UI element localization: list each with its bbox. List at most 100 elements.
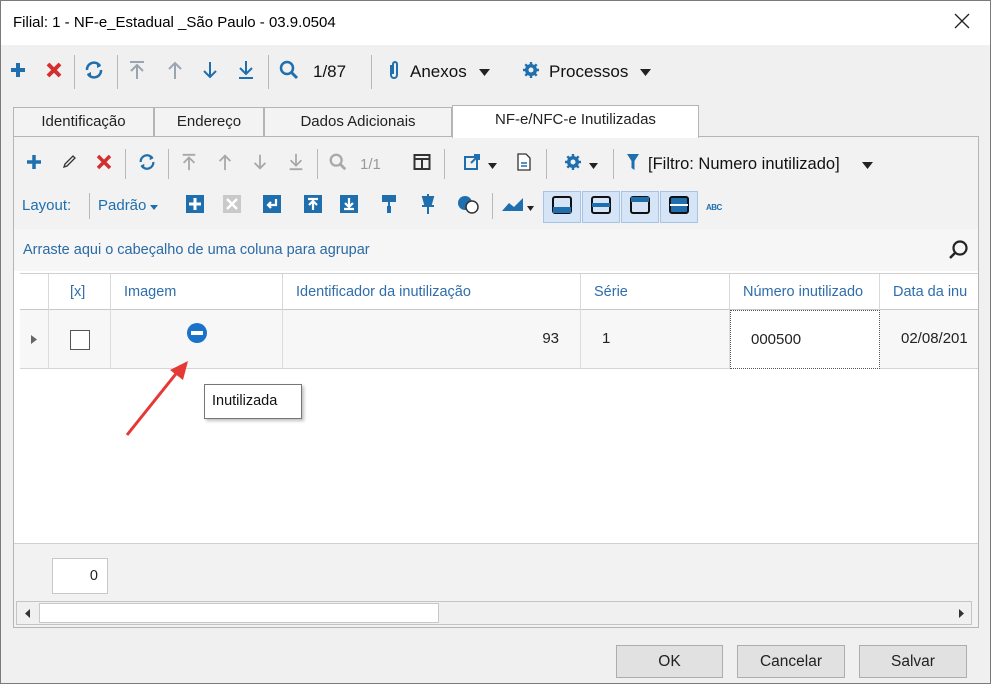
down-icon <box>200 59 220 85</box>
identificador-cell[interactable]: 93 <box>283 310 581 369</box>
annotation-arrow <box>125 361 188 436</box>
grid-refresh-button[interactable] <box>136 153 158 175</box>
delete-icon <box>44 60 64 84</box>
grid-toolbar: 1/1 [Filtro: Numero inutilizado] Layout:… <box>14 137 978 229</box>
dropdown-arrow-icon <box>527 198 534 215</box>
scroll-left-icon[interactable] <box>17 602 37 624</box>
anexos-label: Anexos <box>410 62 467 81</box>
bottom-panel-toggle[interactable] <box>543 191 581 223</box>
pin-button[interactable] <box>417 194 439 217</box>
numero-cell[interactable]: 000500 <box>730 310 880 369</box>
column-header-identificador[interactable]: Identificador da inutilização <box>283 274 581 310</box>
filter-icon <box>626 152 640 176</box>
document-icon <box>517 153 531 175</box>
grid-edit-button[interactable] <box>58 153 80 175</box>
dropdown-arrow-icon <box>640 64 652 81</box>
column-header-imagem[interactable]: Imagem <box>111 274 283 310</box>
grid-last-button[interactable] <box>285 153 307 175</box>
grid-first-button[interactable] <box>178 153 200 175</box>
scroll-right-icon[interactable] <box>951 602 971 624</box>
column-header-numero[interactable]: Número inutilizado <box>730 274 880 310</box>
horizontal-scrollbar[interactable] <box>16 601 972 625</box>
main-toolbar: 1/87 Anexos Processos <box>1 49 990 95</box>
record-count: 0 <box>52 558 108 594</box>
cancel-button[interactable]: Cancelar <box>737 645 845 678</box>
tab-endereco[interactable]: Endereço <box>154 107 264 137</box>
serie-cell[interactable]: 1 <box>581 310 730 369</box>
chart-menu[interactable] <box>498 195 538 217</box>
first-icon <box>180 152 198 176</box>
panel-full-icon <box>668 195 690 219</box>
top-panel-toggle[interactable] <box>621 191 659 223</box>
filter-menu[interactable]: [Filtro: Numero inutilizado] <box>626 152 873 176</box>
grid-previous-button[interactable] <box>214 153 236 175</box>
toolbar-separator <box>268 55 269 89</box>
column-header-serie[interactable]: Série <box>581 274 730 310</box>
tab-identificacao[interactable]: Identificação <box>13 107 154 137</box>
window-title: Filial: 1 - NF-e_Estadual _São Paulo - 0… <box>13 14 336 31</box>
layout-bar: Layout: Padrão <box>14 189 978 223</box>
toolbar-separator <box>89 193 90 219</box>
layout-select[interactable]: Padrão <box>98 197 159 214</box>
group-by-area[interactable]: Arraste aqui o cabeçalho de uma coluna p… <box>14 229 978 271</box>
shapes-button[interactable] <box>456 195 480 217</box>
enter-box-icon <box>262 194 282 218</box>
row-select-cell <box>49 310 111 369</box>
processos-label: Processos <box>549 62 629 81</box>
plus-icon <box>25 153 43 175</box>
delete-icon <box>95 153 113 175</box>
add-layout-button[interactable] <box>184 195 206 217</box>
download-layout-button[interactable] <box>338 195 360 217</box>
paperclip-icon <box>387 59 401 85</box>
dropdown-arrow-icon <box>488 156 497 173</box>
refresh-button[interactable] <box>83 59 105 85</box>
grid-search-button[interactable] <box>327 153 349 175</box>
layout-label: Layout: <box>22 197 72 214</box>
save-layout-button[interactable] <box>261 195 283 217</box>
toolbar-separator <box>492 193 493 219</box>
first-record-button[interactable] <box>127 59 147 85</box>
search-icon[interactable] <box>948 239 970 265</box>
column-header-data[interactable]: Data da inu <box>880 274 978 310</box>
last-record-button[interactable] <box>236 59 256 85</box>
tab-nfe-inutilizadas[interactable]: NF-e/NFC-e Inutilizadas <box>452 105 699 138</box>
dialog-window: Filial: 1 - NF-e_Estadual _São Paulo - 0… <box>0 0 991 684</box>
close-icon[interactable] <box>950 9 974 33</box>
middle-panel-toggle[interactable] <box>582 191 620 223</box>
next-record-button[interactable] <box>200 59 220 85</box>
grid-settings-menu[interactable] <box>559 153 603 175</box>
report-button[interactable] <box>513 153 535 175</box>
ok-button[interactable]: OK <box>616 645 723 678</box>
tab-dados-adicionais[interactable]: Dados Adicionais <box>264 107 452 137</box>
upload-box-icon <box>303 194 323 218</box>
data-cell[interactable]: 02/08/201 <box>880 310 978 369</box>
save-button[interactable]: Salvar <box>859 645 967 678</box>
processos-menu[interactable]: Processos <box>522 59 652 85</box>
export-menu[interactable] <box>458 153 502 175</box>
anexos-menu[interactable]: Anexos <box>387 59 490 85</box>
remove-layout-button[interactable] <box>221 195 243 217</box>
last-icon <box>236 59 256 85</box>
abc-button[interactable]: ABC <box>706 199 722 215</box>
download-box-icon <box>339 194 359 218</box>
upload-layout-button[interactable] <box>302 195 324 217</box>
grid-delete-button[interactable] <box>93 153 115 175</box>
dropdown-arrow-icon <box>861 156 873 173</box>
grid-add-button[interactable] <box>23 153 45 175</box>
up-icon <box>216 152 234 176</box>
format-painter-button[interactable] <box>378 195 400 217</box>
column-header-select[interactable]: [x] <box>49 274 111 310</box>
grid-next-button[interactable] <box>249 153 271 175</box>
delete-button[interactable] <box>44 59 64 85</box>
search-icon <box>328 152 348 176</box>
gear-icon <box>522 61 540 83</box>
pencil-icon <box>61 154 77 174</box>
row-checkbox[interactable] <box>69 329 90 350</box>
scrollbar-thumb[interactable] <box>39 603 439 623</box>
columns-button[interactable] <box>411 153 433 175</box>
search-button[interactable] <box>278 59 300 85</box>
add-button[interactable] <box>8 59 28 85</box>
layout-value: Padrão <box>98 197 147 214</box>
previous-record-button[interactable] <box>165 59 185 85</box>
full-panel-toggle[interactable] <box>660 191 698 223</box>
